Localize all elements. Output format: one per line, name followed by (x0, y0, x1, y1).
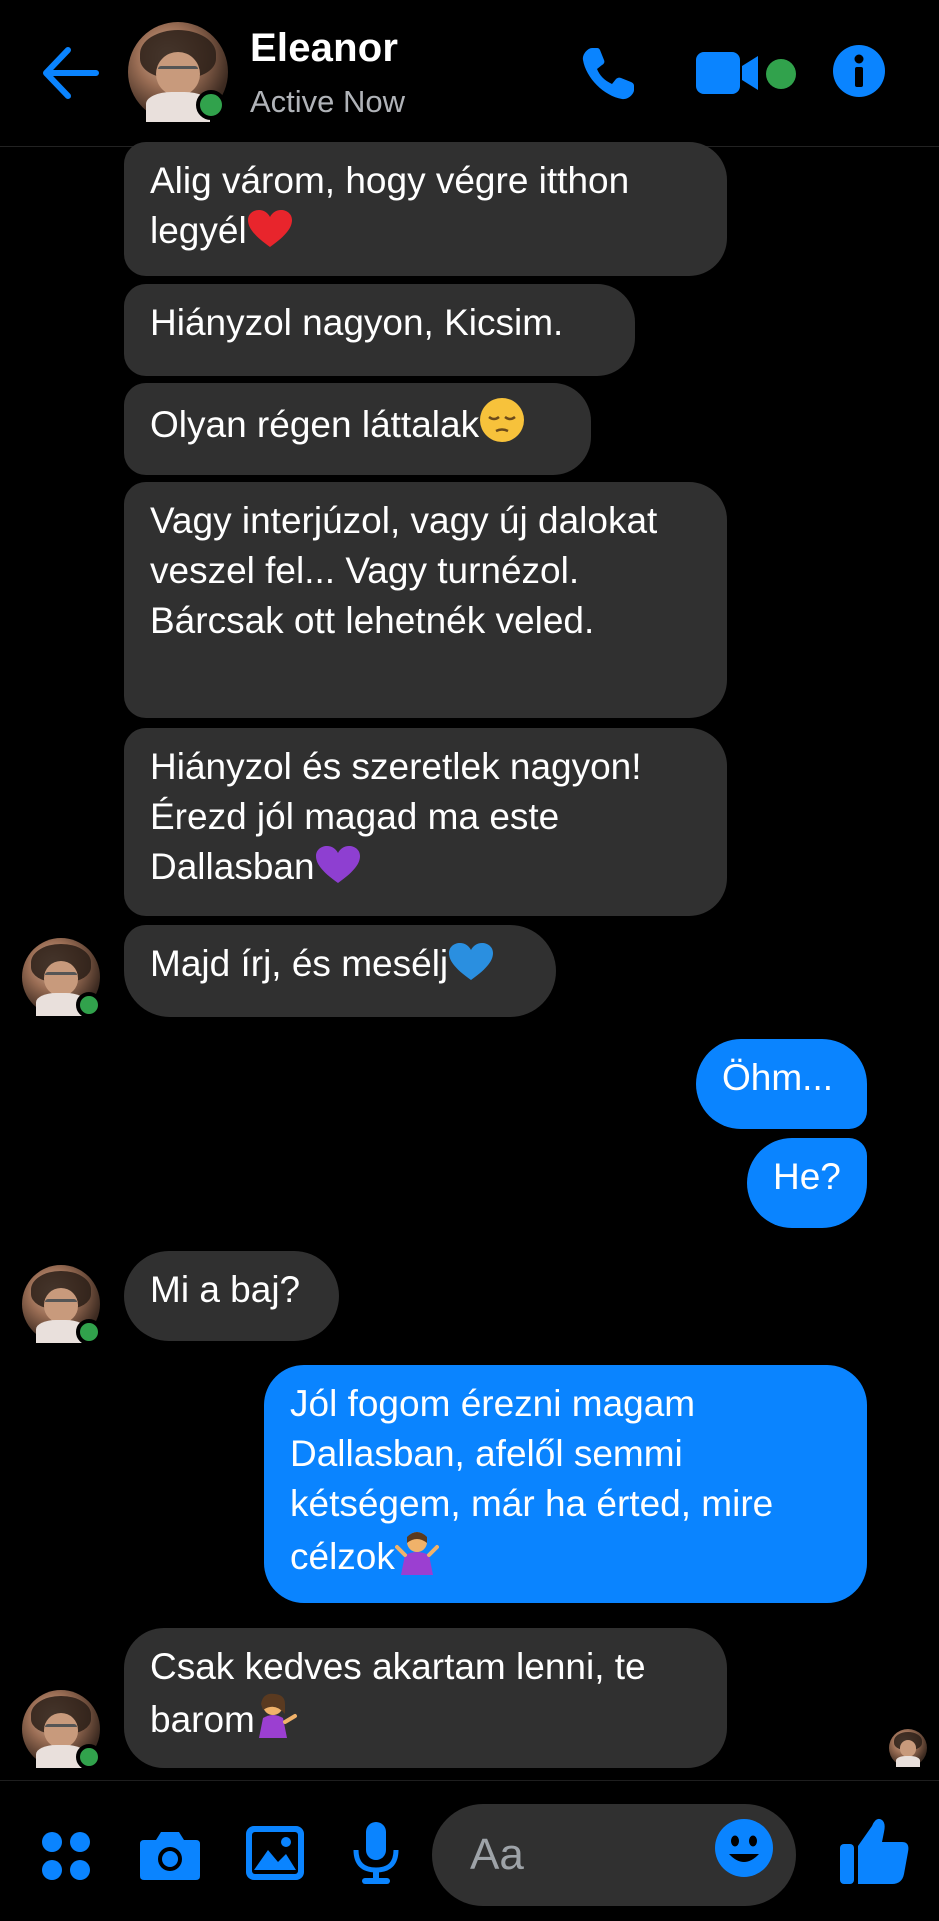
sender-avatar[interactable] (22, 1265, 102, 1345)
message-bubble-incoming[interactable]: Hiányzol és szeretlek nagyon! Érezd jól … (124, 728, 727, 916)
image-icon[interactable] (246, 1826, 304, 1880)
message-bubble-outgoing[interactable]: Öhm... (696, 1039, 867, 1129)
message-text: Alig várom, hogy végre itthon legyél (150, 160, 630, 251)
woman-shrugging-icon (394, 1532, 439, 1575)
message-bubble-outgoing[interactable]: He? (747, 1138, 867, 1228)
message-text: Hiányzol és szeretlek nagyon! Érezd jól … (150, 746, 642, 887)
phone-icon[interactable] (578, 44, 638, 104)
sender-avatar[interactable] (22, 1690, 102, 1770)
message-text: Jól fogom érezni magam Dallasban, afelől… (290, 1383, 774, 1577)
message-text: He? (773, 1156, 841, 1197)
message-input-placeholder: Aa (470, 1830, 524, 1879)
message-bubble-incoming[interactable]: Hiányzol nagyon, Kicsim. (124, 284, 635, 376)
message-bubble-incoming[interactable]: Alig várom, hogy végre itthon legyél (124, 142, 727, 276)
message-text: Hiányzol nagyon, Kicsim. (150, 302, 564, 343)
online-indicator (76, 992, 102, 1018)
purple-heart-icon (315, 846, 360, 883)
online-indicator (76, 1319, 102, 1345)
message-bubble-incoming[interactable]: Vagy interjúzol, vagy új dalokat veszel … (124, 482, 727, 718)
video-camera-icon[interactable] (696, 52, 760, 94)
chat-header: Eleanor Active Now (0, 0, 939, 147)
microphone-icon[interactable] (352, 1822, 400, 1884)
message-text: Majd írj, és mesélj (150, 943, 449, 984)
message-bubble-outgoing[interactable]: Jól fogom érezni magam Dallasban, afelől… (264, 1365, 867, 1603)
online-indicator (76, 1744, 102, 1770)
message-text: Mi a baj? (150, 1269, 301, 1310)
blue-heart-icon (449, 943, 494, 980)
message-text: Olyan régen láttalak (150, 404, 480, 445)
message-text: Öhm... (722, 1057, 834, 1098)
message-bubble-incoming[interactable]: Mi a baj? (124, 1251, 339, 1341)
four-dots-icon[interactable] (40, 1830, 92, 1882)
back-arrow-icon[interactable] (38, 44, 100, 102)
contact-avatar[interactable] (128, 22, 228, 122)
online-indicator (196, 90, 226, 120)
camera-icon[interactable] (140, 1828, 200, 1880)
sender-avatar[interactable] (22, 938, 102, 1018)
smiley-icon[interactable] (714, 1818, 774, 1878)
seen-receipt-avatar (889, 1729, 927, 1767)
video-active-dot (766, 59, 796, 89)
pensive-face-icon (480, 398, 525, 442)
message-bubble-incoming[interactable]: Csak kedves akartam lenni, te barom (124, 1628, 727, 1768)
message-text: Vagy interjúzol, vagy új dalokat veszel … (150, 500, 658, 641)
contact-name[interactable]: Eleanor (250, 26, 398, 71)
active-status: Active Now (250, 84, 406, 119)
red-heart-icon (247, 210, 292, 247)
message-bubble-incoming[interactable]: Olyan régen láttalak (124, 383, 591, 475)
message-bubble-incoming[interactable]: Majd írj, és mesélj (124, 925, 556, 1017)
message-text: Csak kedves akartam lenni, te barom (150, 1646, 646, 1740)
info-icon[interactable] (832, 44, 886, 98)
thumbs-up-icon[interactable] (838, 1814, 910, 1886)
woman-tipping-hand-icon (258, 1693, 297, 1738)
